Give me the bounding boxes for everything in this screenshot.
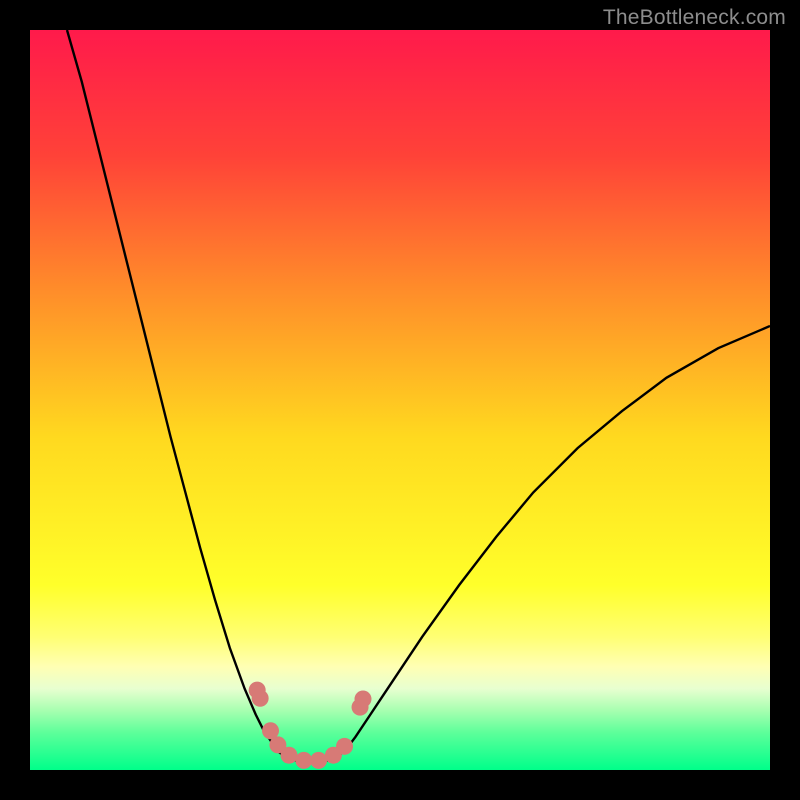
curve-line: [67, 30, 770, 763]
chart-frame: TheBottleneck.com: [0, 0, 800, 800]
data-marker: [252, 690, 269, 707]
watermark-text: TheBottleneck.com: [603, 6, 786, 30]
plot-area: [30, 30, 770, 770]
data-marker: [281, 747, 298, 764]
data-marker: [355, 690, 372, 707]
data-marker: [310, 752, 327, 769]
marker-group: [249, 682, 372, 769]
bottleneck-curve: [30, 30, 770, 770]
data-marker: [336, 738, 353, 755]
data-marker: [295, 752, 312, 769]
